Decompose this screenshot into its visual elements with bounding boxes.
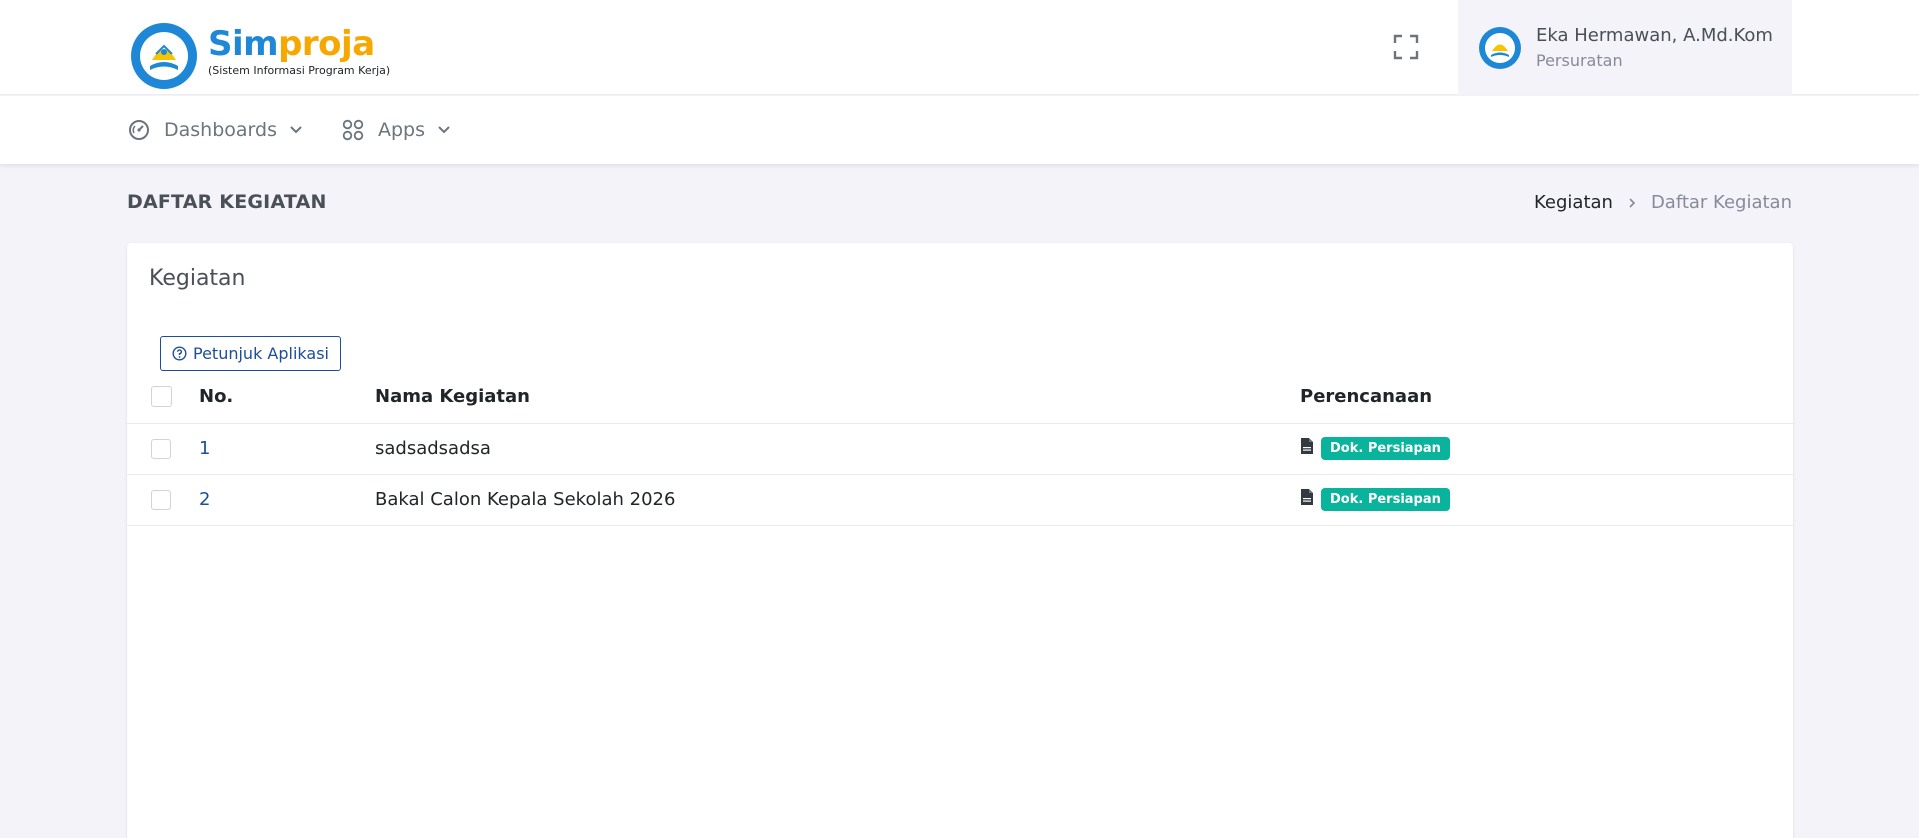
row-plan-cell: Dok. Persiapan xyxy=(1300,474,1793,526)
kegiatan-card: Kegiatan Petunjuk Aplikasi No. Nama Kegi… xyxy=(127,243,1793,838)
column-header-perencanaan[interactable]: Perencanaan xyxy=(1300,371,1793,424)
logo-subtitle: (Sistem Informasi Program Kerja) xyxy=(208,64,391,77)
grid-icon xyxy=(342,119,364,141)
row-name-cell: Bakal Calon Kepala Sekolah 2026 xyxy=(375,474,1300,526)
row-no-cell: 2 xyxy=(199,474,375,526)
nav-label-apps: Apps xyxy=(378,119,426,141)
nav-label-dashboards: Dashboards xyxy=(164,119,277,141)
breadcrumb-item-kegiatan[interactable]: Kegiatan xyxy=(1534,192,1613,213)
logo-sim: Sim xyxy=(208,24,279,64)
user-role: Persuratan xyxy=(1536,50,1623,70)
row-plan-cell: Dok. Persiapan xyxy=(1300,423,1793,475)
logo-proja: proja xyxy=(278,24,375,64)
card-title: Kegiatan xyxy=(149,266,246,291)
nav-item-apps[interactable]: Apps xyxy=(342,96,451,164)
table-row: 1 sadsadsadsa Dok. Persiapan xyxy=(127,423,1793,475)
chevron-down-icon xyxy=(290,126,302,134)
table-header-row: No. Nama Kegiatan Perencanaan xyxy=(127,371,1793,424)
top-header: Simproja (Sistem Informasi Program Kerja… xyxy=(0,0,1919,95)
row-select-cell xyxy=(127,423,199,475)
page-title: DAFTAR KEGIATAN xyxy=(127,191,327,213)
help-guide-label: Petunjuk Aplikasi xyxy=(193,344,329,363)
chevron-right-icon xyxy=(1627,197,1637,209)
row-checkbox[interactable] xyxy=(151,489,171,510)
app-logo[interactable]: Simproja (Sistem Informasi Program Kerja… xyxy=(130,22,390,92)
row-name-cell: sadsadsadsa xyxy=(375,423,1300,475)
user-profile-dropdown[interactable]: Eka Hermawan, A.Md.Kom Persuratan xyxy=(1458,0,1792,95)
main-navigation: Dashboards Apps xyxy=(0,96,1919,164)
table-row: 2 Bakal Calon Kepala Sekolah 2026 Dok. P… xyxy=(127,474,1793,526)
dok-persiapan-badge[interactable]: Dok. Persiapan xyxy=(1321,437,1450,460)
chevron-down-icon xyxy=(438,126,450,134)
speedometer-icon xyxy=(129,120,149,140)
row-no-cell: 1 xyxy=(199,423,375,475)
breadcrumb-item-current: Daftar Kegiatan xyxy=(1650,192,1792,213)
nav-item-dashboards[interactable]: Dashboards xyxy=(128,96,303,164)
user-name: Eka Hermawan, A.Md.Kom xyxy=(1536,24,1773,46)
select-all-checkbox[interactable] xyxy=(151,386,172,408)
fullscreen-button[interactable] xyxy=(1392,33,1420,61)
row-checkbox[interactable] xyxy=(151,438,171,459)
logo-wordmark: Simproja xyxy=(208,26,390,62)
row-number-link[interactable]: 1 xyxy=(199,438,210,459)
avatar xyxy=(1479,26,1521,69)
dok-persiapan-badge[interactable]: Dok. Persiapan xyxy=(1321,488,1450,511)
breadcrumb: Kegiatan Daftar Kegiatan xyxy=(1534,192,1792,213)
column-header-no[interactable]: No. xyxy=(199,371,375,424)
tut-wuri-handayani-emblem-icon xyxy=(131,23,197,89)
document-icon[interactable] xyxy=(1300,488,1314,505)
document-icon[interactable] xyxy=(1300,437,1314,454)
fullscreen-icon xyxy=(1393,34,1419,60)
row-select-cell xyxy=(127,474,199,526)
header-select-cell xyxy=(127,371,199,424)
kegiatan-table: No. Nama Kegiatan Perencanaan 1 sadsadsa… xyxy=(127,371,1793,526)
row-number-link[interactable]: 2 xyxy=(199,489,210,510)
help-guide-button[interactable]: Petunjuk Aplikasi xyxy=(160,336,341,371)
column-header-nama-kegiatan[interactable]: Nama Kegiatan xyxy=(375,371,1300,424)
question-circle-icon xyxy=(172,346,187,361)
